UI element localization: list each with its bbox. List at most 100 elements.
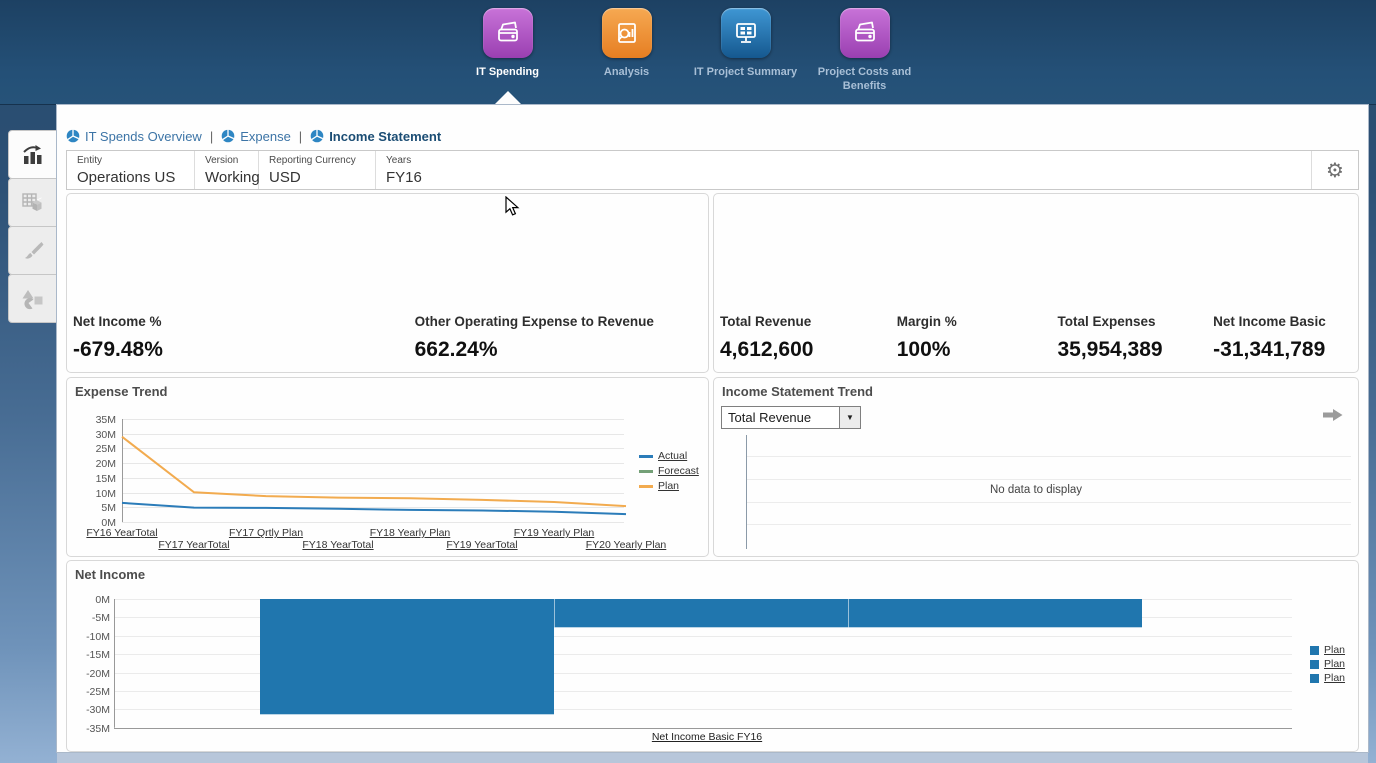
dashboard-content: IT Spends Overview | Expense | Income St… — [57, 105, 1368, 752]
svg-text:20M: 20M — [96, 458, 116, 470]
kpi-label: Other Operating Expense to Revenue — [415, 314, 708, 329]
no-data-message: No data to display — [714, 484, 1358, 496]
expense-x-label[interactable]: FY20 Yearly Plan — [586, 539, 667, 551]
legend-row: Plan — [1310, 672, 1345, 684]
kpi-label: Net Income % — [73, 314, 415, 329]
legend-item[interactable]: Actual — [658, 450, 687, 462]
legend-item[interactable]: Plan — [1324, 658, 1345, 670]
analysis-icon — [602, 8, 652, 58]
dropdown-button[interactable]: ▼ — [839, 407, 860, 428]
svg-text:-10M: -10M — [86, 631, 110, 643]
kpi-value: 35,954,389 — [1057, 338, 1213, 362]
expense-x-label[interactable]: FY17 Qrtly Plan — [229, 527, 303, 539]
wallet-icon — [483, 8, 533, 58]
measure-dropdown-value: Total Revenue — [722, 407, 839, 428]
gridline — [747, 456, 1351, 457]
gridline — [747, 479, 1351, 480]
legend-item[interactable]: Plan — [1324, 672, 1345, 684]
legend-row: Actual — [639, 450, 699, 462]
gridline — [747, 524, 1351, 525]
kpi-total-expenses: Total Expenses 35,954,389 — [1057, 314, 1213, 362]
pov-field-value: Working — [205, 169, 258, 186]
svg-text:-5M: -5M — [92, 612, 110, 624]
pov-field-value: USD — [269, 169, 375, 186]
svg-text:0M: 0M — [95, 594, 110, 606]
left-toolbar — [8, 130, 57, 323]
kpi-value: 662.24% — [415, 338, 708, 362]
monitor-icon — [721, 8, 771, 58]
page-bottom-strip — [57, 752, 1368, 763]
measure-dropdown[interactable]: Total Revenue ▼ — [721, 406, 861, 429]
nav-item-analysis[interactable]: Analysis — [567, 8, 686, 94]
svg-text:10M: 10M — [96, 488, 116, 500]
wallet-icon — [840, 8, 890, 58]
settings-button[interactable]: ⚙ — [1311, 151, 1358, 189]
sidebar-tab-format[interactable] — [8, 226, 57, 275]
kpi-total-revenue: Total Revenue 4,612,600 — [720, 314, 897, 362]
kpi-net-income-pct: Net Income % -679.48% — [73, 314, 415, 362]
breadcrumb-it-spends-overview[interactable]: IT Spends Overview — [66, 129, 202, 144]
net-income-x-label[interactable]: Net Income Basic FY16 — [652, 731, 762, 743]
pie-chart-icon — [310, 129, 324, 143]
kpi-label: Net Income Basic — [1213, 314, 1358, 329]
svg-text:15M: 15M — [96, 473, 116, 485]
nav-item-it-spending[interactable]: IT Spending — [448, 8, 567, 94]
expense-x-label[interactable]: FY19 Yearly Plan — [514, 527, 595, 539]
svg-text:30M: 30M — [96, 429, 116, 441]
legend-item[interactable]: Forecast — [658, 465, 699, 477]
chevron-down-icon: ▼ — [846, 414, 854, 422]
expense-x-label[interactable]: FY18 Yearly Plan — [370, 527, 451, 539]
pov-field-label: Version — [205, 155, 258, 166]
pov-reporting-currency[interactable]: Reporting Currency USD — [259, 151, 376, 189]
legend-item[interactable]: Plan — [658, 480, 679, 492]
panel-title: Income Statement Trend — [722, 384, 873, 399]
breadcrumb-expense[interactable]: Expense — [221, 129, 291, 144]
bar-chart-icon — [20, 142, 46, 168]
grid-cube-icon — [20, 190, 46, 216]
legend-swatch — [1310, 646, 1319, 655]
nav-item-it-project-summary[interactable]: IT Project Summary — [686, 8, 805, 94]
breadcrumb-label: Income Statement — [329, 129, 441, 144]
income-statement-trend-panel: Income Statement Trend Total Revenue ▼ N… — [713, 377, 1359, 557]
breadcrumb-label: IT Spends Overview — [85, 129, 202, 144]
kpi-net-income-basic: Net Income Basic -31,341,789 — [1213, 314, 1358, 362]
nav-label: IT Spending — [451, 65, 565, 79]
legend-row: Plan — [1310, 658, 1345, 670]
expense-x-label[interactable]: FY18 YearTotal — [302, 539, 373, 551]
pov-entity[interactable]: Entity Operations US — [67, 151, 195, 189]
arrow-right-icon — [1323, 408, 1344, 422]
kpi-label: Margin % — [897, 314, 1058, 329]
expense-x-label[interactable]: FY17 YearTotal — [158, 539, 229, 551]
kpi-value: 100% — [897, 338, 1058, 362]
pov-field-label: Reporting Currency — [269, 155, 375, 166]
nav-label: IT Project Summary — [689, 65, 803, 79]
pov-version[interactable]: Version Working — [195, 151, 259, 189]
pie-chart-icon — [66, 129, 80, 143]
expense-x-label[interactable]: FY19 YearTotal — [446, 539, 517, 551]
kpi-label: Total Revenue — [720, 314, 897, 329]
kpi-other-opex-to-revenue: Other Operating Expense to Revenue 662.2… — [415, 314, 708, 362]
app-header: IT Spending Analysis IT Project Summary — [0, 0, 1376, 105]
svg-text:-30M: -30M — [86, 704, 110, 716]
kpi-label: Total Expenses — [1057, 314, 1213, 329]
expense-trend-panel: Expense Trend 0M5M10M15M20M25M30M35M FY1… — [66, 377, 709, 557]
legend-swatch — [1310, 674, 1319, 683]
app-nav: IT Spending Analysis IT Project Summary — [448, 8, 924, 94]
drill-arrow-button[interactable] — [1323, 408, 1344, 427]
svg-text:35M: 35M — [96, 414, 116, 426]
legend-item[interactable]: Plan — [1324, 644, 1345, 656]
legend-row: Plan — [639, 480, 699, 492]
net-income-panel: Net Income 0M-5M-10M-15M-20M-25M-30M-35M… — [66, 560, 1359, 752]
pov-years[interactable]: Years FY16 — [376, 151, 526, 189]
sidebar-tab-charts[interactable] — [8, 130, 57, 179]
breadcrumb: IT Spends Overview | Expense | Income St… — [66, 126, 441, 146]
pov-field-value: Operations US — [77, 169, 194, 186]
sidebar-tab-shapes[interactable] — [8, 274, 57, 323]
sidebar-tab-grid-cube[interactable] — [8, 178, 57, 227]
svg-text:-20M: -20M — [86, 668, 110, 680]
pov-field-value: FY16 — [386, 169, 526, 186]
breadcrumb-income-statement[interactable]: Income Statement — [310, 129, 441, 144]
breadcrumb-separator: | — [299, 129, 302, 144]
nav-item-project-costs-benefits[interactable]: Project Costs and Benefits — [805, 8, 924, 94]
expense-x-label[interactable]: FY16 YearTotal — [86, 527, 157, 539]
